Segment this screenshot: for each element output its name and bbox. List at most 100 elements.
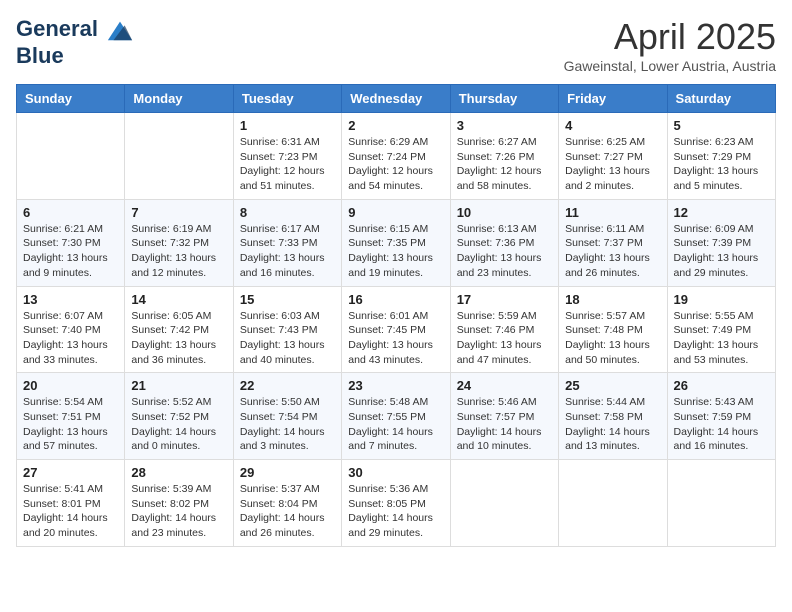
table-row: 4Sunrise: 6:25 AM Sunset: 7:27 PM Daylig…	[559, 113, 667, 200]
table-row: 23 Sunrise: 5:48 AM Sunset: 7:55 PM Dayli…	[342, 373, 450, 460]
day-info: Sunrise: 6:07 AM Sunset: 7:40 PM Dayligh…	[23, 309, 118, 368]
day-info: Sunrise: 5:59 AM Sunset: 7:46 PM Dayligh…	[457, 309, 552, 368]
day-number: 22	[240, 378, 335, 393]
day-info: Sunrise: 6:31 AM Sunset: 7:23 PM Dayligh…	[240, 135, 335, 194]
table-row: 13 Sunrise: 6:07 AM Sunset: 7:40 PM Dayli…	[17, 286, 125, 373]
location-subtitle: Gaweinstal, Lower Austria, Austria	[564, 58, 776, 74]
day-info: Sunrise: 6:05 AM Sunset: 7:42 PM Dayligh…	[131, 309, 226, 368]
header-wednesday: Wednesday	[342, 85, 450, 113]
header-saturday: Saturday	[667, 85, 775, 113]
day-info: Sunrise: 5:43 AM Sunset: 7:59 PM Dayligh…	[674, 395, 769, 454]
day-info: Sunrise: 5:54 AM Sunset: 7:51 PM Dayligh…	[23, 395, 118, 454]
day-info: Sunrise: 6:27 AM Sunset: 7:26 PM Dayligh…	[457, 135, 552, 194]
day-info: Sunrise: 6:03 AM Sunset: 7:43 PM Dayligh…	[240, 309, 335, 368]
day-info: Sunrise: 5:55 AM Sunset: 7:49 PM Dayligh…	[674, 309, 769, 368]
table-row: 15 Sunrise: 6:03 AM Sunset: 7:43 PM Dayli…	[233, 286, 341, 373]
table-row	[559, 460, 667, 547]
table-row: 14 Sunrise: 6:05 AM Sunset: 7:42 PM Dayli…	[125, 286, 233, 373]
day-number: 23	[348, 378, 443, 393]
title-block: April 2025 Gaweinstal, Lower Austria, Au…	[564, 16, 776, 74]
table-row	[450, 460, 558, 547]
table-row: 8 Sunrise: 6:17 AM Sunset: 7:33 PM Daylig…	[233, 199, 341, 286]
header-thursday: Thursday	[450, 85, 558, 113]
calendar-week-row: 13 Sunrise: 6:07 AM Sunset: 7:40 PM Dayli…	[17, 286, 776, 373]
day-info: Sunrise: 5:39 AM Sunset: 8:02 PM Dayligh…	[131, 482, 226, 541]
table-row: 17 Sunrise: 5:59 AM Sunset: 7:46 PM Dayli…	[450, 286, 558, 373]
calendar-week-row: 27 Sunrise: 5:41 AM Sunset: 8:01 PM Dayli…	[17, 460, 776, 547]
day-number: 24	[457, 378, 552, 393]
page-header: General Blue April 2025 Gaweinstal, Lowe…	[16, 16, 776, 74]
calendar-week-row: 20 Sunrise: 5:54 AM Sunset: 7:51 PM Dayli…	[17, 373, 776, 460]
day-number: 19	[674, 292, 769, 307]
calendar-table: Sunday Monday Tuesday Wednesday Thursday…	[16, 84, 776, 547]
day-info: Sunrise: 6:01 AM Sunset: 7:45 PM Dayligh…	[348, 309, 443, 368]
day-number: 29	[240, 465, 335, 480]
day-info: Sunrise: 5:44 AM Sunset: 7:58 PM Dayligh…	[565, 395, 660, 454]
day-info: Sunrise: 5:41 AM Sunset: 8:01 PM Dayligh…	[23, 482, 118, 541]
day-number: 30	[348, 465, 443, 480]
day-number: 13	[23, 292, 118, 307]
table-row: 30 Sunrise: 5:36 AM Sunset: 8:05 PM Dayli…	[342, 460, 450, 547]
calendar-header-row: Sunday Monday Tuesday Wednesday Thursday…	[17, 85, 776, 113]
table-row: 20 Sunrise: 5:54 AM Sunset: 7:51 PM Dayli…	[17, 373, 125, 460]
day-number: 15	[240, 292, 335, 307]
day-info: Sunrise: 5:48 AM Sunset: 7:55 PM Dayligh…	[348, 395, 443, 454]
table-row	[125, 113, 233, 200]
table-row: 25 Sunrise: 5:44 AM Sunset: 7:58 PM Dayli…	[559, 373, 667, 460]
day-number: 2	[348, 118, 443, 133]
calendar-week-row: 6 Sunrise: 6:21 AM Sunset: 7:30 PM Daylig…	[17, 199, 776, 286]
table-row: 6 Sunrise: 6:21 AM Sunset: 7:30 PM Daylig…	[17, 199, 125, 286]
day-info: Sunrise: 6:09 AM Sunset: 7:39 PM Dayligh…	[674, 222, 769, 281]
day-number: 3	[457, 118, 552, 133]
day-info: Sunrise: 5:57 AM Sunset: 7:48 PM Dayligh…	[565, 309, 660, 368]
day-number: 4	[565, 118, 660, 133]
day-info: Sunrise: 5:37 AM Sunset: 8:04 PM Dayligh…	[240, 482, 335, 541]
day-info: Sunrise: 6:19 AM Sunset: 7:32 PM Dayligh…	[131, 222, 226, 281]
day-number: 28	[131, 465, 226, 480]
day-info: Sunrise: 6:13 AM Sunset: 7:36 PM Dayligh…	[457, 222, 552, 281]
table-row: 10Sunrise: 6:13 AM Sunset: 7:36 PM Dayli…	[450, 199, 558, 286]
table-row: 19 Sunrise: 5:55 AM Sunset: 7:49 PM Dayli…	[667, 286, 775, 373]
table-row: 21 Sunrise: 5:52 AM Sunset: 7:52 PM Dayli…	[125, 373, 233, 460]
table-row: 3 Sunrise: 6:27 AM Sunset: 7:26 PM Daylig…	[450, 113, 558, 200]
day-number: 26	[674, 378, 769, 393]
day-info: Sunrise: 6:21 AM Sunset: 7:30 PM Dayligh…	[23, 222, 118, 281]
day-number: 5	[674, 118, 769, 133]
table-row: 2 Sunrise: 6:29 AM Sunset: 7:24 PM Daylig…	[342, 113, 450, 200]
day-number: 14	[131, 292, 226, 307]
day-number: 20	[23, 378, 118, 393]
day-info: Sunrise: 5:36 AM Sunset: 8:05 PM Dayligh…	[348, 482, 443, 541]
day-number: 6	[23, 205, 118, 220]
day-info: Sunrise: 6:17 AM Sunset: 7:33 PM Dayligh…	[240, 222, 335, 281]
header-friday: Friday	[559, 85, 667, 113]
day-info: Sunrise: 5:52 AM Sunset: 7:52 PM Dayligh…	[131, 395, 226, 454]
table-row: 11Sunrise: 6:11 AM Sunset: 7:37 PM Dayli…	[559, 199, 667, 286]
table-row: 27 Sunrise: 5:41 AM Sunset: 8:01 PM Dayli…	[17, 460, 125, 547]
header-tuesday: Tuesday	[233, 85, 341, 113]
table-row: 12Sunrise: 6:09 AM Sunset: 7:39 PM Dayli…	[667, 199, 775, 286]
table-row	[17, 113, 125, 200]
day-info: Sunrise: 5:46 AM Sunset: 7:57 PM Dayligh…	[457, 395, 552, 454]
day-number: 1	[240, 118, 335, 133]
table-row: 7Sunrise: 6:19 AM Sunset: 7:32 PM Daylig…	[125, 199, 233, 286]
day-info: Sunrise: 6:11 AM Sunset: 7:37 PM Dayligh…	[565, 222, 660, 281]
logo-blue-text: Blue	[16, 44, 134, 68]
day-number: 8	[240, 205, 335, 220]
logo-text: General	[16, 16, 134, 44]
calendar-week-row: 1 Sunrise: 6:31 AM Sunset: 7:23 PM Daylig…	[17, 113, 776, 200]
day-number: 16	[348, 292, 443, 307]
day-number: 27	[23, 465, 118, 480]
header-monday: Monday	[125, 85, 233, 113]
day-info: Sunrise: 6:15 AM Sunset: 7:35 PM Dayligh…	[348, 222, 443, 281]
table-row	[667, 460, 775, 547]
logo: General Blue	[16, 16, 134, 68]
day-number: 25	[565, 378, 660, 393]
day-info: Sunrise: 6:23 AM Sunset: 7:29 PM Dayligh…	[674, 135, 769, 194]
day-number: 18	[565, 292, 660, 307]
table-row: 18 Sunrise: 5:57 AM Sunset: 7:48 PM Dayli…	[559, 286, 667, 373]
month-title: April 2025	[564, 16, 776, 58]
day-number: 17	[457, 292, 552, 307]
header-sunday: Sunday	[17, 85, 125, 113]
day-info: Sunrise: 6:29 AM Sunset: 7:24 PM Dayligh…	[348, 135, 443, 194]
day-number: 21	[131, 378, 226, 393]
